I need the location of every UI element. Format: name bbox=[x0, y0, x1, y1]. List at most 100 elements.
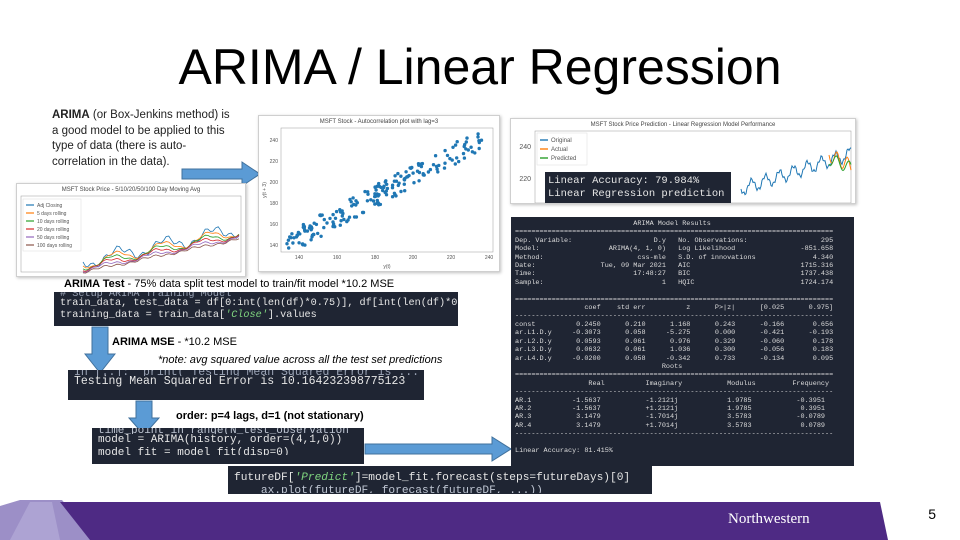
code-training-column: 'Close' bbox=[225, 309, 268, 321]
code-fit-line: model_fit = model_fit(disp=0) bbox=[98, 447, 290, 455]
autocorrelation-point bbox=[375, 201, 379, 206]
autocorrelation-point bbox=[381, 185, 386, 190]
lr-ytick: 240 bbox=[519, 144, 531, 151]
arima-results-line: ar.L2.D.y 0.0593 0.061 0.976 0.329 -0.06… bbox=[515, 337, 834, 346]
autocorrelation-point bbox=[396, 183, 400, 188]
code-training-line: training_data = train_data['Close'].valu… bbox=[60, 310, 452, 322]
autocorrelation-point bbox=[393, 174, 397, 178]
moving-average-legend-label: 100 days rolling bbox=[37, 243, 72, 249]
autocorrelation-point bbox=[412, 181, 416, 185]
autocorrelation-point bbox=[465, 136, 469, 140]
autocorrelation-point bbox=[301, 225, 305, 229]
arima-mse-label-bold: ARIMA MSE bbox=[112, 336, 175, 348]
autocorrelation-point bbox=[411, 171, 415, 175]
autocorrelation-point bbox=[417, 163, 421, 167]
autocorrelation-xtick: 180 bbox=[371, 255, 380, 261]
code-plot-line: ax.plot(futureDF, forecast(futureDF, ...… bbox=[234, 485, 543, 493]
arima-results-line: Sample: 1 HQIC 1724.174 bbox=[515, 278, 834, 287]
autocorrelation-point bbox=[380, 188, 385, 193]
forecast-column: 'Predict' bbox=[294, 472, 355, 484]
autocorrelation-xlabel: y(t) bbox=[383, 264, 391, 270]
autocorrelation-point bbox=[428, 167, 433, 172]
autocorrelation-xtick: 200 bbox=[409, 255, 418, 261]
arima-results-line: ========================================… bbox=[515, 295, 834, 304]
arima-results-line: ----------------------------------------… bbox=[515, 388, 834, 397]
arima-model-code: time_point in range(N_test_observation mo… bbox=[92, 428, 364, 464]
autocorrelation-point bbox=[421, 173, 425, 177]
autocorrelation-xtick: 220 bbox=[447, 255, 456, 261]
arima-results-line: coef std err z P>|z| [0.025 0.975] bbox=[515, 304, 834, 313]
forecast-prefix: futureDF[ bbox=[234, 472, 295, 484]
autocorrelation-point bbox=[451, 145, 455, 149]
autocorrelation-point bbox=[417, 179, 421, 183]
autocorrelation-point bbox=[365, 199, 370, 203]
autocorrelation-ytick: 160 bbox=[270, 222, 279, 228]
arima-test-label: ARIMA Test - 75% data split test model t… bbox=[64, 278, 394, 290]
autocorrelation-point bbox=[371, 199, 376, 203]
autocorrelation-point bbox=[322, 225, 326, 230]
autocorrelation-point bbox=[377, 193, 381, 197]
autocorrelation-point bbox=[404, 170, 408, 174]
arima-mse-note: *note: avg squared value across all the … bbox=[158, 354, 443, 366]
autocorrelation-point bbox=[373, 192, 377, 196]
arima-results-line: Method: css-mle S.D. of innovations 4.34… bbox=[515, 253, 834, 262]
autocorrelation-point bbox=[470, 150, 475, 154]
autocorrelation-point bbox=[339, 219, 343, 223]
autocorrelation-point bbox=[300, 242, 305, 246]
mse-result-line: Testing Mean Squared Error is 10.1642323… bbox=[74, 375, 406, 388]
autocorrelation-point bbox=[399, 174, 403, 178]
autocorrelation-xtick: 160 bbox=[333, 255, 342, 261]
autocorrelation-point bbox=[377, 184, 382, 189]
autocorrelation-point bbox=[354, 215, 359, 219]
arima-results-line bbox=[515, 439, 850, 447]
autocorrelation-point bbox=[288, 235, 292, 239]
code-split-line: train_data, test_data = df[0:int(len(df)… bbox=[60, 298, 458, 309]
autocorrelation-point bbox=[403, 189, 407, 193]
arima-results-line bbox=[515, 287, 850, 295]
arima-test-label-bold: ARIMA Test bbox=[64, 278, 125, 290]
autocorrelation-point bbox=[455, 156, 459, 160]
autocorrelation-point bbox=[453, 143, 458, 147]
autocorrelation-point bbox=[373, 185, 377, 189]
autocorrelation-point bbox=[402, 182, 406, 186]
autocorrelation-point bbox=[462, 156, 467, 160]
autocorrelation-point bbox=[314, 222, 319, 227]
arima-train-test-split-code: # Setup ARIMA Training Model train_data, … bbox=[54, 292, 458, 326]
autocorrelation-ytick: 200 bbox=[270, 180, 279, 186]
autocorrelation-point bbox=[354, 199, 358, 203]
autocorrelation-point bbox=[375, 198, 379, 203]
autocorrelation-point bbox=[390, 186, 395, 190]
autocorrelation-chart: MSFT Stock - Autocorrelation plot with l… bbox=[258, 115, 500, 272]
autocorrelation-point bbox=[469, 145, 473, 149]
arima-results-line: AR.2 -1.5637 +1.2121j 1.9785 0.3951 bbox=[515, 404, 825, 413]
arima-results-line: Dep. Variable: D.y No. Observations: 295 bbox=[515, 236, 834, 245]
autocorrelation-point bbox=[287, 246, 291, 250]
arima-results-line: ----------------------------------------… bbox=[515, 430, 834, 439]
autocorrelation-point bbox=[415, 169, 420, 173]
arima-results-line: AR.3 3.1479 -1.7014j 3.5783 -0.0789 bbox=[515, 413, 825, 422]
arima-results-line: ARIMA Model Results bbox=[515, 220, 711, 228]
autocorrelation-point bbox=[383, 180, 387, 184]
lr-legend-label: Actual bbox=[551, 147, 568, 153]
moving-average-legend-label: Adj Closing bbox=[37, 203, 63, 209]
autocorrelation-point bbox=[420, 161, 425, 166]
arima-results-line: Model: ARIMA(4, 1, 0) Log Likelihood -85… bbox=[515, 245, 834, 254]
autocorrelation-point bbox=[384, 189, 388, 193]
arima-results-line: Time: 17:48:27 BIC 1737.438 bbox=[515, 270, 834, 279]
linear-regression-chart-title: MSFT Stock Price Prediction - Linear Reg… bbox=[590, 122, 776, 128]
linear-accuracy-line: Linear Accuracy: 79.984% bbox=[548, 175, 700, 187]
moving-average-chart: MSFT Stock Price - 5/10/20/50/100 Day Mo… bbox=[16, 183, 246, 277]
autocorrelation-point bbox=[286, 238, 291, 242]
moving-average-plot: Adj Closing 5 days rolling 10 days rolling… bbox=[20, 195, 242, 274]
autocorrelation-point bbox=[384, 193, 389, 197]
autocorrelation-point bbox=[390, 195, 395, 199]
autocorrelation-point bbox=[351, 196, 355, 200]
page-number: 5 bbox=[928, 506, 936, 522]
autocorrelation-point bbox=[347, 215, 352, 219]
linear-accuracy-output: Linear Accuracy: 79.984% Linear Regressio… bbox=[545, 172, 731, 203]
autocorrelation-point bbox=[366, 192, 370, 196]
autocorrelation-point bbox=[340, 209, 344, 213]
autocorrelation-point bbox=[311, 232, 316, 237]
arima-results-line: ========================================… bbox=[515, 371, 834, 380]
autocorrelation-point bbox=[408, 166, 412, 170]
